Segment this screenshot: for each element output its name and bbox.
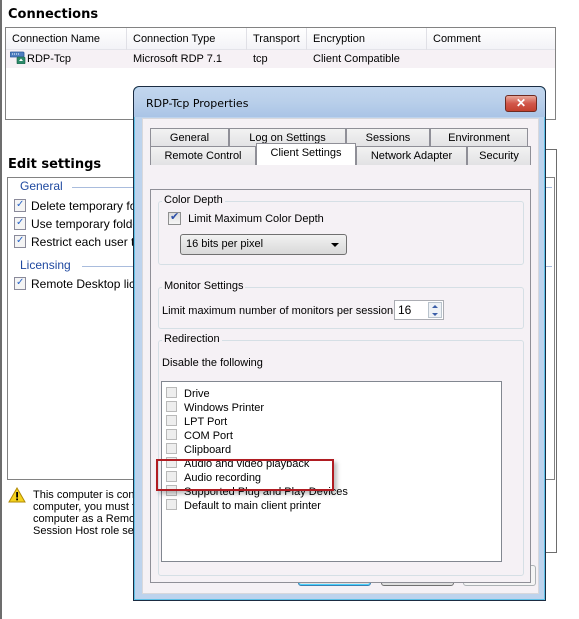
- setting-icon: [14, 196, 26, 213]
- limit-color-depth-checkbox[interactable]: Limit Maximum Color Depth: [168, 210, 324, 225]
- tab-network-adapter[interactable]: Network Adapter: [356, 146, 467, 165]
- list-item-com-port[interactable]: COM Port: [166, 429, 233, 443]
- close-icon: ✕: [515, 96, 527, 110]
- dialog-titlebar[interactable]: RDP-Tcp Properties ✕: [134, 87, 545, 117]
- column-connection-type[interactable]: Connection Type: [127, 28, 247, 50]
- color-depth-group: [158, 201, 524, 265]
- close-button[interactable]: ✕: [505, 95, 537, 112]
- setting-icon: [14, 232, 26, 249]
- dialog-body: General Log on Settings Sessions Environ…: [142, 118, 539, 594]
- connection-encryption: Client Compatible: [313, 53, 400, 65]
- list-item-drive[interactable]: Drive: [166, 387, 210, 401]
- edit-settings-title: Edit settings: [8, 157, 102, 172]
- disable-following-label: Disable the following: [162, 357, 263, 369]
- tab-remote-control[interactable]: Remote Control: [150, 146, 256, 165]
- setting-icon: [14, 274, 26, 291]
- chevron-down-icon: [331, 243, 339, 247]
- column-transport[interactable]: Transport: [247, 28, 307, 50]
- spin-up-arrow-icon[interactable]: [429, 303, 441, 310]
- redirection-label: Redirection: [162, 333, 222, 345]
- connection-type: Microsoft RDP 7.1: [133, 53, 223, 65]
- list-item-clipboard[interactable]: Clipboard: [166, 443, 231, 457]
- column-connection-name[interactable]: Connection Name: [6, 28, 127, 50]
- setting-icon: [14, 214, 26, 231]
- tab-environment[interactable]: Environment: [430, 128, 528, 147]
- setting-item[interactable]: Restrict each user to: [14, 232, 141, 251]
- tab-sessions[interactable]: Sessions: [346, 128, 430, 147]
- window-left-border: [0, 0, 2, 619]
- column-comment[interactable]: Comment: [427, 28, 556, 50]
- connection-comment: [427, 50, 433, 68]
- list-item-default-printer[interactable]: Default to main client printer: [166, 499, 321, 513]
- list-item-audio-recording[interactable]: Audio recording: [166, 471, 261, 485]
- list-item-windows-printer[interactable]: Windows Printer: [166, 401, 264, 415]
- connection-transport: tcp: [253, 53, 268, 65]
- background-panel-edge: [546, 149, 557, 553]
- color-depth-label: Color Depth: [162, 194, 225, 206]
- tab-client-settings[interactable]: Client Settings: [256, 143, 356, 165]
- redirection-list[interactable]: Drive Windows Printer LPT Port COM Port …: [161, 381, 502, 562]
- spin-down-arrow-icon[interactable]: [429, 311, 441, 318]
- group-general-label: General: [20, 179, 63, 193]
- setting-item[interactable]: Delete temporary folde: [14, 196, 152, 215]
- connection-name: RDP-Tcp: [27, 53, 72, 65]
- warning-icon: [8, 486, 26, 503]
- dialog-title: RDP-Tcp Properties: [146, 97, 249, 110]
- column-encryption[interactable]: Encryption: [307, 28, 427, 50]
- color-depth-select[interactable]: 16 bits per pixel: [180, 234, 347, 255]
- monitors-spinner[interactable]: 16: [394, 300, 444, 320]
- network-connection-icon: [9, 51, 26, 65]
- warning-message: This computer is con computer, you must …: [33, 489, 138, 537]
- properties-dialog: RDP-Tcp Properties ✕ General Log on Sett…: [133, 86, 546, 601]
- setting-item[interactable]: Use temporary folders: [14, 214, 149, 233]
- client-settings-panel: Color Depth Limit Maximum Color Depth 16…: [150, 189, 531, 583]
- connections-table-header: Connection Name Connection Type Transpor…: [6, 28, 555, 50]
- group-licensing-label: Licensing: [20, 258, 71, 272]
- checkbox[interactable]: [168, 210, 181, 225]
- monitors-label: Limit maximum number of monitors per ses…: [162, 305, 394, 317]
- list-item-lpt-port[interactable]: LPT Port: [166, 415, 227, 429]
- table-row[interactable]: RDP-Tcp Microsoft RDP 7.1 tcp Client Com…: [6, 50, 555, 68]
- list-item-audio-video-playback[interactable]: Audio and video playback: [166, 457, 309, 471]
- connections-title: Connections: [8, 7, 99, 22]
- monitor-settings-label: Monitor Settings: [162, 280, 246, 292]
- setting-item[interactable]: Remote Desktop licen: [14, 274, 148, 293]
- tab-general[interactable]: General: [150, 128, 229, 147]
- tab-security[interactable]: Security: [467, 146, 531, 165]
- list-item-plug-and-play[interactable]: Supported Plug and Play Devices: [166, 485, 348, 499]
